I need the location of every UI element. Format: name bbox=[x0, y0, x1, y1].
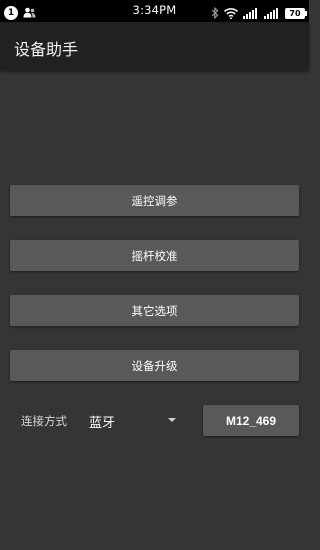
wifi-icon bbox=[223, 4, 239, 23]
connection-method-select[interactable]: 蓝牙 bbox=[89, 404, 182, 436]
chevron-down-icon bbox=[168, 418, 176, 422]
page-title: 设备助手 bbox=[14, 40, 79, 59]
connection-method-label: 连接方式 bbox=[21, 414, 67, 428]
app-bar: 设备助手 bbox=[0, 22, 309, 70]
device-upgrade-button[interactable]: 设备升级 bbox=[10, 350, 299, 381]
battery-icon: 70 bbox=[285, 8, 307, 19]
bluetooth-icon bbox=[211, 4, 219, 23]
connection-method-value: 蓝牙 bbox=[89, 416, 116, 431]
stick-calibration-button[interactable]: 摇杆校准 bbox=[10, 240, 299, 271]
remote-tuning-button[interactable]: 遥控调参 bbox=[10, 185, 299, 216]
status-right: 70 bbox=[211, 4, 307, 23]
cellular-signal-icon bbox=[243, 4, 259, 23]
other-options-button[interactable]: 其它选项 bbox=[10, 295, 299, 326]
status-bar: 1 3:34PM 70 bbox=[0, 0, 309, 22]
cellular-signal-icon-2 bbox=[264, 4, 280, 23]
device-connect-button[interactable]: M12_469 bbox=[203, 405, 299, 436]
